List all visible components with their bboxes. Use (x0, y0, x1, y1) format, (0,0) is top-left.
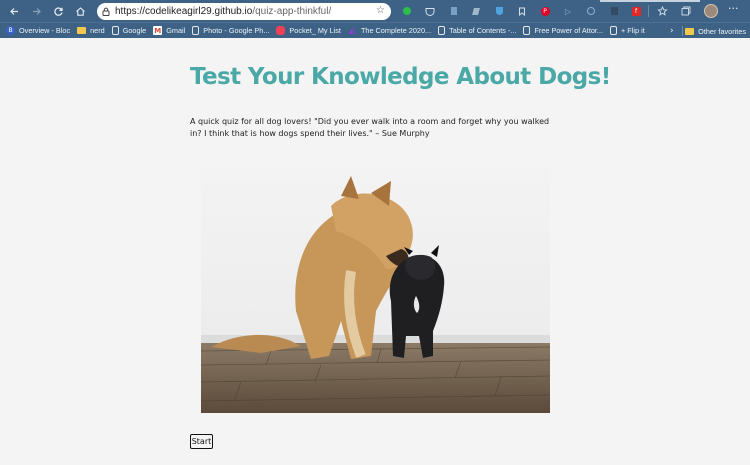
dogs-photo (201, 151, 550, 413)
bookmark-label: Gmail (166, 26, 186, 35)
folder-icon (77, 27, 87, 34)
start-button[interactable]: Start (190, 434, 213, 449)
extension-tag-icon[interactable] (470, 4, 482, 18)
collections-icon[interactable] (680, 4, 692, 18)
bookmark-table-of-contents[interactable]: Table of Contents -... (434, 23, 519, 39)
home-icon (75, 6, 85, 16)
bookmark-label: Photo - Google Ph... (203, 26, 270, 35)
bookmark-google[interactable]: Google (108, 23, 150, 39)
bookmark-label: + Flip it (621, 26, 645, 35)
pocket-extension-icon[interactable] (424, 4, 436, 18)
forward-button[interactable] (25, 0, 47, 22)
bookmark-label: Free Power of Attor... (534, 26, 604, 35)
url-path: /quiz-app-thinkful/ (252, 6, 332, 17)
reload-icon (53, 6, 63, 16)
bookmark-overview-bloc[interactable]: B Overview - Bloc (0, 23, 73, 39)
page-icon (438, 26, 446, 35)
bookmark-complete-2020[interactable]: ◭ The Complete 2020... (344, 23, 434, 39)
bookmark-label: Table of Contents -... (449, 26, 517, 35)
other-favorites-label: Other favorites (698, 26, 746, 36)
bookmark-label: Pocket_ My List (289, 26, 341, 35)
udemy-icon: ◭ (349, 26, 356, 35)
bookmark-free-power-of-attorney[interactable]: Free Power of Attor... (519, 23, 606, 39)
bookmark-flip-it[interactable]: + Flip it (606, 23, 648, 39)
other-favorites[interactable]: Other favorites (685, 23, 746, 39)
pinterest-icon[interactable]: P (539, 4, 551, 18)
bookmark-google-photos[interactable]: Photo - Google Ph... (188, 23, 272, 39)
toolbar-divider (648, 5, 649, 17)
bookmark-nerd-folder[interactable]: nerd (73, 23, 108, 39)
bookmark-pocket[interactable]: Pocket_ My List (272, 23, 344, 39)
settings-more-icon[interactable]: ··· (728, 2, 739, 15)
profile-avatar[interactable] (704, 4, 718, 18)
page-icon (111, 26, 119, 35)
intro-text: A quick quiz for all dog lovers! "Did yo… (190, 117, 550, 138)
extension-book-icon[interactable] (448, 4, 460, 18)
page-icon (610, 26, 618, 35)
address-bar[interactable]: https://codelikeagirl29.github.io/quiz-a… (97, 3, 391, 20)
url-domain: https://codelikeagirl29.github.io (115, 6, 253, 17)
folder-icon (685, 27, 695, 35)
home-button[interactable] (69, 0, 91, 22)
flipboard-icon[interactable]: f (630, 4, 642, 18)
gmail-icon: M (153, 26, 163, 35)
bookmarks-bar: B Overview - Bloc nerd Google M Gmail Ph… (0, 22, 750, 38)
page-title: Test Your Knowledge About Dogs! (190, 64, 611, 90)
active-tab-indicator (600, 0, 700, 2)
bookmark-label: Overview - Bloc (19, 26, 71, 35)
pocket-icon (276, 26, 286, 35)
extension-play-icon[interactable]: ▷ (562, 4, 574, 18)
lock-icon (97, 7, 115, 16)
extension-dark-icon[interactable] (608, 4, 620, 18)
page-icon (523, 26, 531, 35)
bookmark-label: The Complete 2020... (360, 26, 432, 35)
chevron-right-icon[interactable]: › (670, 23, 674, 39)
page-icon (192, 26, 200, 35)
bookmark-label: nerd (90, 26, 105, 35)
dogs-illustration (201, 151, 550, 413)
bloc-icon: B (6, 26, 15, 35)
forward-arrow-icon (32, 7, 41, 15)
extension-shield-icon[interactable] (493, 4, 505, 18)
url-text: https://codelikeagirl29.github.io/quiz-a… (115, 6, 331, 17)
bookmark-label: Google (122, 26, 147, 35)
favorites-star-icon[interactable] (656, 4, 668, 18)
extension-circle-icon[interactable] (585, 4, 597, 18)
add-favorite-icon[interactable]: ☆ (376, 5, 385, 16)
back-arrow-icon (9, 7, 18, 15)
bookmark-gmail[interactable]: M Gmail (149, 23, 188, 39)
browser-toolbar: https://codelikeagirl29.github.io/quiz-a… (0, 0, 750, 22)
bookmarks-divider (682, 26, 683, 36)
back-button[interactable] (3, 0, 25, 22)
reload-button[interactable] (47, 0, 69, 22)
bookmark-extension-icon[interactable] (516, 4, 528, 18)
extension-green-icon[interactable] (401, 4, 413, 18)
